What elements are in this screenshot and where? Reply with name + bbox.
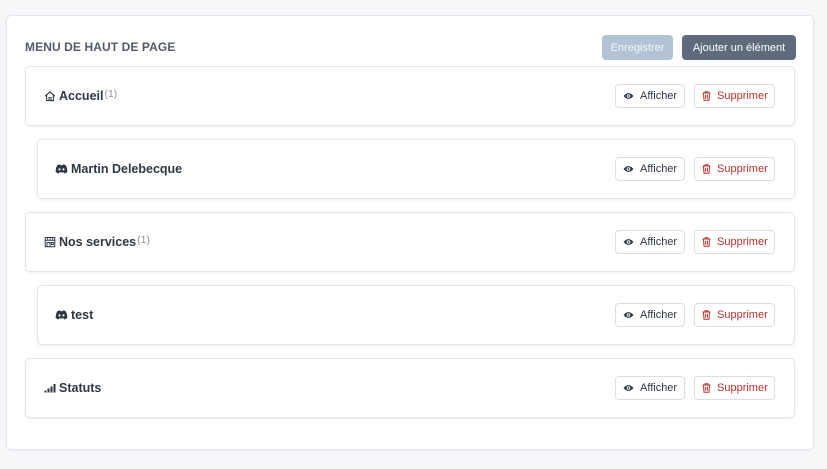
delete-button[interactable]: Supprimer xyxy=(694,84,775,108)
menu-item-nos-services[interactable]: Nos services (1) Afficher Supprimer xyxy=(25,212,795,272)
delete-label: Supprimer xyxy=(717,382,768,394)
home-icon xyxy=(43,90,56,103)
discord-icon xyxy=(55,163,68,176)
delete-button[interactable]: Supprimer xyxy=(694,157,775,181)
show-label: Afficher xyxy=(640,382,678,394)
show-button[interactable]: Afficher xyxy=(615,376,685,400)
delete-label: Supprimer xyxy=(717,163,768,175)
show-label: Afficher xyxy=(640,236,678,248)
show-button[interactable]: Afficher xyxy=(615,303,685,327)
delete-label: Supprimer xyxy=(717,309,768,321)
eye-icon xyxy=(623,238,634,246)
show-label: Afficher xyxy=(640,163,678,175)
menu-item-label: Statuts xyxy=(59,381,102,395)
menu-item-label: Nos services xyxy=(59,235,137,249)
eye-icon xyxy=(623,165,634,173)
add-item-button[interactable]: Ajouter un élément xyxy=(682,35,796,60)
menu-title: MENU DE HAUT DE PAGE xyxy=(25,40,176,54)
menu-item-test[interactable]: test Afficher Supprimer xyxy=(37,285,795,345)
trash-icon xyxy=(702,91,711,101)
show-label: Afficher xyxy=(640,309,678,321)
trash-icon xyxy=(702,164,711,174)
eye-icon xyxy=(623,384,634,392)
signal-bars-icon xyxy=(43,382,56,395)
discord-icon xyxy=(55,309,68,322)
menu-item-martin-delebecque[interactable]: Martin Delebecque Afficher Supprimer xyxy=(37,139,795,199)
menu-item-count: (1) xyxy=(137,234,150,246)
menu-item-label: Accueil xyxy=(59,89,104,103)
show-button[interactable]: Afficher xyxy=(615,157,685,181)
trash-icon xyxy=(702,237,711,247)
show-button[interactable]: Afficher xyxy=(615,84,685,108)
delete-button[interactable]: Supprimer xyxy=(694,303,775,327)
delete-button[interactable]: Supprimer xyxy=(694,230,775,254)
delete-label: Supprimer xyxy=(717,236,768,248)
menu-item-count: (1) xyxy=(104,88,118,100)
menu-item-accueil[interactable]: Accueil (1) Afficher Supprimer xyxy=(25,66,795,126)
shop-icon xyxy=(43,236,56,249)
menu-item-label: test xyxy=(71,308,94,322)
show-button[interactable]: Afficher xyxy=(615,230,685,254)
trash-icon xyxy=(702,310,711,320)
delete-label: Supprimer xyxy=(717,90,768,102)
menu-item-label: Martin Delebecque xyxy=(71,162,183,176)
trash-icon xyxy=(702,383,711,393)
save-button[interactable]: Enregistrer xyxy=(602,35,673,60)
eye-icon xyxy=(623,311,634,319)
eye-icon xyxy=(623,92,634,100)
menu-item-statuts[interactable]: Statuts Afficher Supprimer xyxy=(25,358,795,418)
delete-button[interactable]: Supprimer xyxy=(694,376,775,400)
menu-editor-card: MENU DE HAUT DE PAGE Enregistrer Ajouter… xyxy=(6,15,814,450)
show-label: Afficher xyxy=(640,90,678,102)
